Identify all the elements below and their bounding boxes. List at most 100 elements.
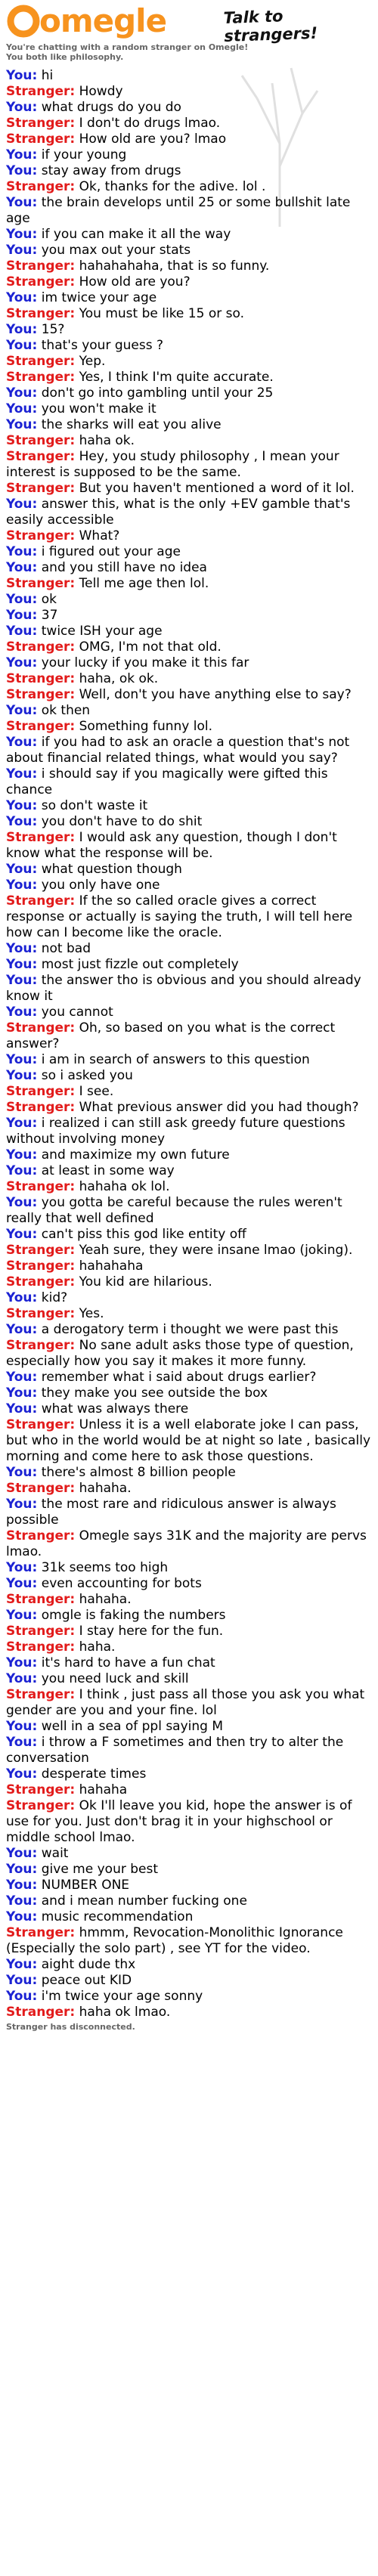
message-text: they make you see outside the box	[37, 1386, 268, 1401]
chat-message: Stranger: I don't do drugs lmao.	[6, 116, 375, 132]
message-text: i throw a F sometimes and then try to al…	[6, 1735, 344, 1766]
message-text: answer this, what is the only +EV gamble…	[6, 497, 351, 528]
message-text: Ok, thanks for the adive. lol .	[75, 179, 266, 194]
stranger-label: Stranger:	[6, 1925, 76, 1940]
you-label: You:	[6, 1116, 38, 1131]
you-label: You:	[6, 1909, 38, 1924]
message-text: music recommendation	[37, 1909, 194, 1924]
you-label: You:	[6, 227, 38, 242]
chat-message: You: i should say if you magically were …	[6, 766, 375, 798]
stranger-label: Stranger:	[6, 1592, 76, 1607]
message-text: haha, ok ok.	[75, 671, 159, 686]
chat-message: Stranger: Unless it is a well elaborate …	[6, 1417, 375, 1465]
you-label: You:	[6, 100, 38, 115]
chat-message: Stranger: What previous answer did you h…	[6, 1100, 375, 1116]
chat-message: You: 37	[6, 608, 375, 624]
you-label: You:	[6, 1878, 38, 1893]
stranger-label: Stranger:	[6, 132, 76, 147]
message-text: Howdy	[75, 84, 123, 99]
logo-text: omegle	[39, 2, 167, 39]
stranger-label: Stranger:	[6, 1259, 76, 1274]
you-label: You:	[6, 1386, 38, 1401]
message-text: it's hard to have a fun chat	[37, 1655, 215, 1670]
message-text: and maximize my own future	[37, 1147, 230, 1163]
stranger-label: Stranger:	[6, 1100, 76, 1115]
stranger-label: Stranger:	[6, 671, 76, 686]
chat-message: You: hi	[6, 68, 375, 84]
message-text: can't piss this god like entity off	[37, 1227, 246, 1242]
stranger-label: Stranger:	[6, 1274, 76, 1290]
stranger-label: Stranger:	[6, 1417, 76, 1432]
omegle-logo: omegle	[6, 2, 167, 39]
chat-message: You: even accounting for bots	[6, 1576, 375, 1592]
stranger-label: Stranger:	[6, 354, 76, 369]
message-text: I stay here for the fun.	[75, 1624, 224, 1639]
chat-message: You: 15?	[6, 322, 375, 338]
stranger-label: Stranger:	[6, 1798, 76, 1813]
message-text: well in a sea of ppl saying M	[37, 1719, 224, 1734]
message-text: How old are you?	[75, 274, 191, 289]
message-text: what question though	[37, 862, 182, 877]
you-label: You:	[6, 1671, 38, 1686]
chat-message: You: so i asked you	[6, 1068, 375, 1084]
chat-message: You: most just fizzle out completely	[6, 957, 375, 973]
chat-message: You: the brain develops until 25 or some…	[6, 195, 375, 227]
chat-message: Stranger: Yep.	[6, 354, 375, 370]
stranger-label: Stranger:	[6, 481, 76, 496]
chat-message: Stranger: You kid are hilarious.	[6, 1274, 375, 1290]
chat-message: You: at least in some way	[6, 1163, 375, 1179]
message-text: there's almost 8 billion people	[37, 1465, 236, 1480]
chat-message: You: ok	[6, 592, 375, 608]
you-label: You:	[6, 941, 38, 956]
stranger-label: Stranger:	[6, 576, 76, 591]
chat-message: Stranger: Yes.	[6, 1306, 375, 1322]
you-label: You:	[6, 798, 38, 813]
message-text: you gotta be careful because the rules w…	[6, 1195, 342, 1226]
you-label: You:	[6, 1973, 38, 1988]
message-text: hahaha.	[75, 1481, 132, 1496]
message-text: wait	[37, 1846, 69, 1861]
intro: You're chatting with a random stranger o…	[6, 42, 248, 62]
chat-message: Stranger: Tell me age then lol.	[6, 576, 375, 592]
message-text: i realized i can still ask greedy future…	[6, 1116, 345, 1147]
chat-message: Stranger: I would ask any question, thou…	[6, 830, 375, 862]
message-text: i figured out your age	[37, 544, 181, 559]
stranger-label: Stranger:	[6, 179, 76, 194]
you-label: You:	[6, 243, 38, 258]
chat-message: You: stay away from drugs	[6, 163, 375, 179]
message-text: even accounting for bots	[37, 1576, 202, 1591]
chat-message: You: peace out KID	[6, 1973, 375, 1989]
chat-message: Stranger: Omegle says 31K and the majori…	[6, 1528, 375, 1560]
you-label: You:	[6, 1370, 38, 1385]
you-label: You:	[6, 544, 38, 559]
message-text: you don't have to do shit	[37, 814, 203, 829]
chat-message: You: your lucky if you make it this far	[6, 655, 375, 671]
you-label: You:	[6, 1655, 38, 1670]
you-label: You:	[6, 957, 38, 972]
you-label: You:	[6, 735, 38, 750]
chat-message: You: you max out your stats	[6, 243, 375, 259]
message-text: Yes, I think I'm quite accurate.	[75, 370, 274, 385]
message-text: most just fizzle out completely	[37, 957, 239, 972]
stranger-label: Stranger:	[6, 1624, 76, 1639]
chat-message: Stranger: You must be like 15 or so.	[6, 306, 375, 322]
chat-message: You: NUMBER ONE	[6, 1878, 375, 1893]
message-text: what drugs do you do	[37, 100, 181, 115]
chat-message: You: a derogatory term i thought we were…	[6, 1322, 375, 1338]
chat-message: Stranger: What?	[6, 528, 375, 544]
chat-message: You: the sharks will eat you alive	[6, 417, 375, 433]
you-label: You:	[6, 290, 38, 305]
chat-message: You: that's your guess ?	[6, 338, 375, 354]
stranger-label: Stranger:	[6, 259, 76, 274]
message-text: What previous answer did you had though?	[75, 1100, 359, 1115]
chat-message: You: im twice your age	[6, 290, 375, 306]
message-text: hahaha.	[75, 1592, 132, 1607]
stranger-label: Stranger:	[6, 639, 76, 655]
message-text: remember what i said about drugs earlier…	[37, 1370, 317, 1385]
message-text: 31k seems too high	[37, 1560, 169, 1575]
message-text: ok	[37, 592, 57, 607]
you-label: You:	[6, 322, 38, 337]
you-label: You:	[6, 195, 38, 210]
you-label: You:	[6, 1195, 38, 1210]
you-label: You:	[6, 1766, 38, 1782]
